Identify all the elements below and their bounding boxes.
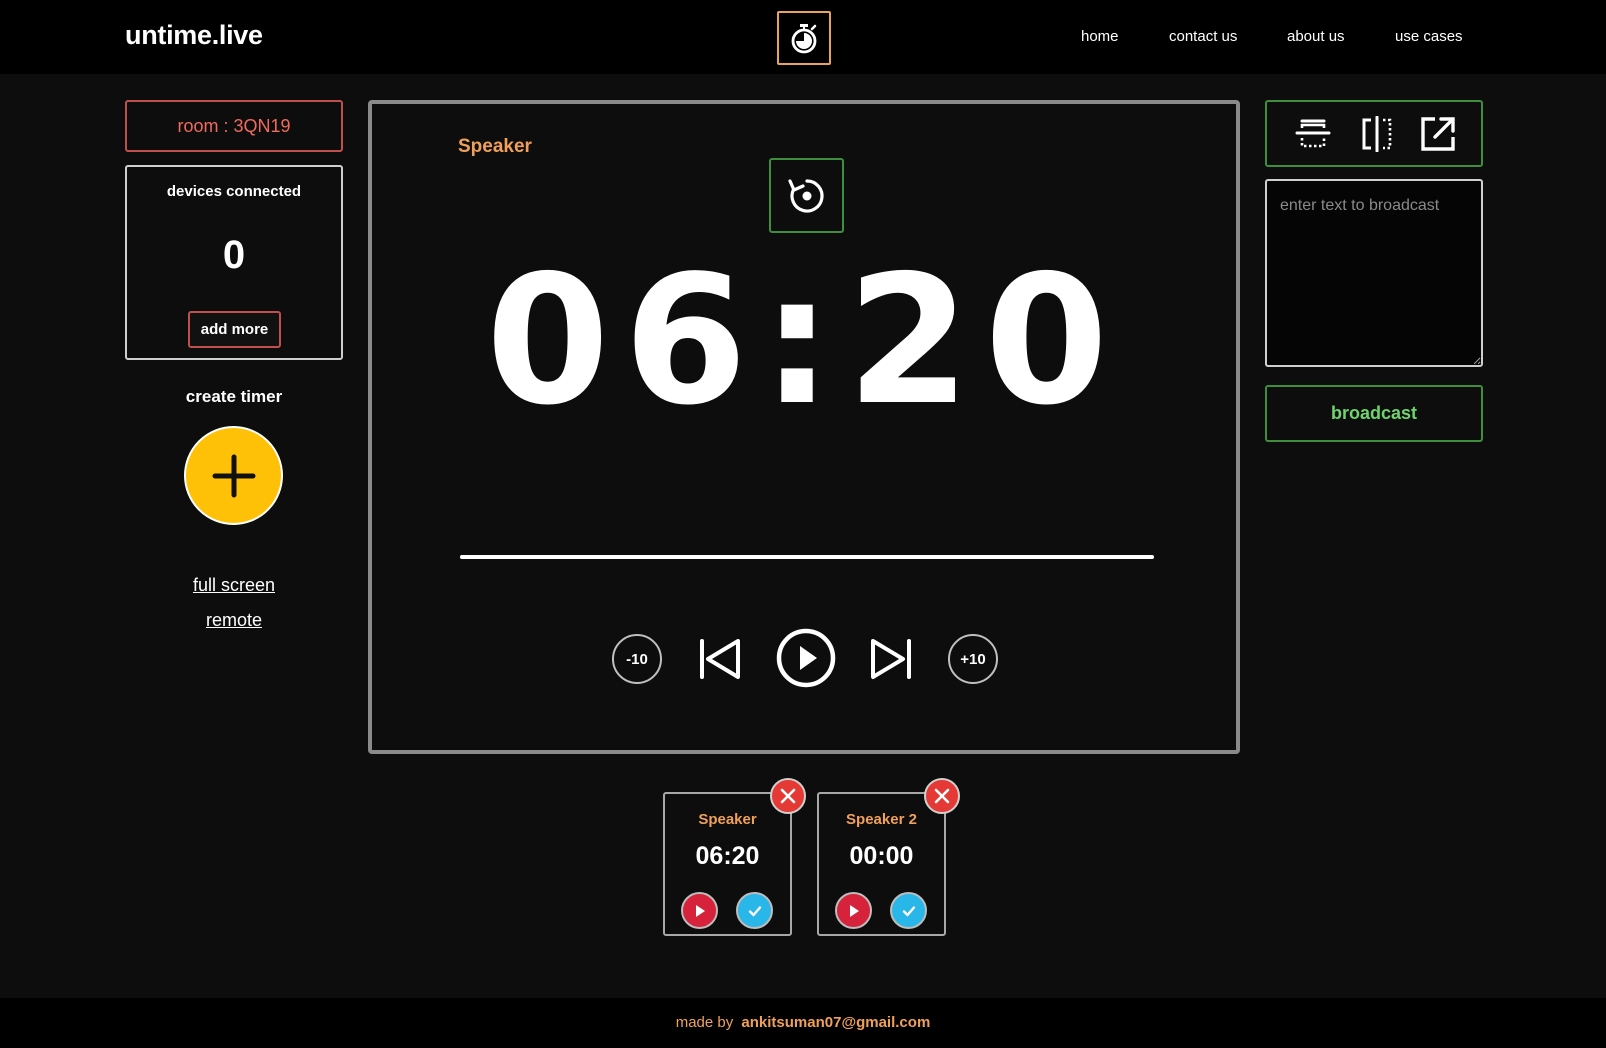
broadcast-text-input[interactable]: [1265, 179, 1483, 367]
close-icon: [934, 788, 950, 804]
minus-10-seconds-button[interactable]: -10: [612, 634, 662, 684]
nav-about-link[interactable]: about us: [1287, 28, 1345, 45]
footer-credit: made by ankitsuman07@gmail.com: [0, 1014, 1606, 1031]
footer-email-link[interactable]: ankitsuman07@gmail.com: [741, 1014, 930, 1031]
top-bar-layout-icon: [1295, 119, 1331, 148]
main-timer-panel: Speaker 06:20 -10 +10: [368, 100, 1240, 754]
play-icon: [776, 628, 836, 688]
check-icon: [902, 905, 915, 916]
devices-connected-count: 0: [222, 233, 246, 277]
play-icon: [695, 904, 705, 917]
split-view-icon: [1362, 115, 1392, 153]
full-screen-link[interactable]: full screen: [125, 575, 343, 596]
remote-link[interactable]: remote: [125, 610, 343, 631]
close-icon: [780, 788, 796, 804]
add-more-devices-button[interactable]: add more: [188, 311, 281, 348]
nav-home-link[interactable]: home: [1081, 28, 1119, 45]
minus-10-label: -10: [626, 650, 648, 668]
skip-forward-icon: [871, 639, 911, 679]
reset-icon: [787, 178, 824, 213]
devices-connected-panel: devices connected 0 add more: [125, 165, 343, 360]
timer-card-time: 06:20: [695, 842, 760, 870]
room-code-label: room : 3QN19: [177, 115, 291, 136]
select-timer-button[interactable]: [736, 892, 773, 929]
reset-timer-button[interactable]: [769, 158, 844, 233]
plus-icon: [212, 454, 255, 497]
active-speaker-name: Speaker: [458, 136, 532, 157]
timer-card-time: 00:00: [849, 842, 914, 870]
brand-logo-text[interactable]: untime.live: [125, 20, 263, 51]
stopwatch-logo-button[interactable]: [777, 11, 831, 65]
plus-10-seconds-button[interactable]: +10: [948, 634, 998, 684]
open-external-button[interactable]: [1420, 116, 1456, 152]
footer: made by ankitsuman07@gmail.com: [0, 998, 1606, 1048]
delete-timer-button[interactable]: [924, 778, 960, 814]
timer-card[interactable]: Speaker 06:20: [663, 778, 806, 936]
timer-progress-fill: [460, 555, 1154, 559]
start-timer-button[interactable]: [681, 892, 718, 929]
play-icon: [849, 904, 859, 917]
footer-prefix: made by: [675, 1014, 734, 1031]
create-timer-label: create timer: [185, 387, 283, 406]
nav-contact-link[interactable]: contact us: [1169, 28, 1237, 45]
start-timer-button[interactable]: [835, 892, 872, 929]
view-mode-toolbar: [1265, 100, 1483, 167]
timer-card-name: Speaker 2: [846, 811, 917, 828]
broadcast-button[interactable]: broadcast: [1265, 385, 1483, 442]
delete-timer-button[interactable]: [770, 778, 806, 814]
room-code-badge: room : 3QN19: [125, 100, 343, 152]
devices-connected-title: devices connected: [166, 183, 302, 200]
timer-card[interactable]: Speaker 2 00:00: [817, 778, 960, 936]
open-external-icon: [1421, 117, 1455, 151]
top-navbar: untime.live home contact us about us use…: [0, 0, 1606, 74]
nav-use-cases-link[interactable]: use cases: [1395, 28, 1463, 45]
create-timer-button[interactable]: [184, 426, 283, 525]
play-timer-button[interactable]: [774, 626, 838, 690]
skip-back-icon: [700, 639, 740, 679]
timer-progress-bar: [460, 555, 1154, 559]
split-view-button[interactable]: [1359, 115, 1395, 153]
top-bar-layout-button[interactable]: [1295, 116, 1331, 152]
countdown-display: 06:20: [485, 237, 1123, 444]
previous-timer-button[interactable]: [692, 631, 748, 687]
stopwatch-icon: [791, 24, 817, 54]
check-icon: [748, 905, 761, 916]
select-timer-button[interactable]: [890, 892, 927, 929]
plus-10-label: +10: [960, 650, 986, 668]
timer-card-name: Speaker: [698, 811, 757, 828]
next-timer-button[interactable]: [863, 631, 919, 687]
